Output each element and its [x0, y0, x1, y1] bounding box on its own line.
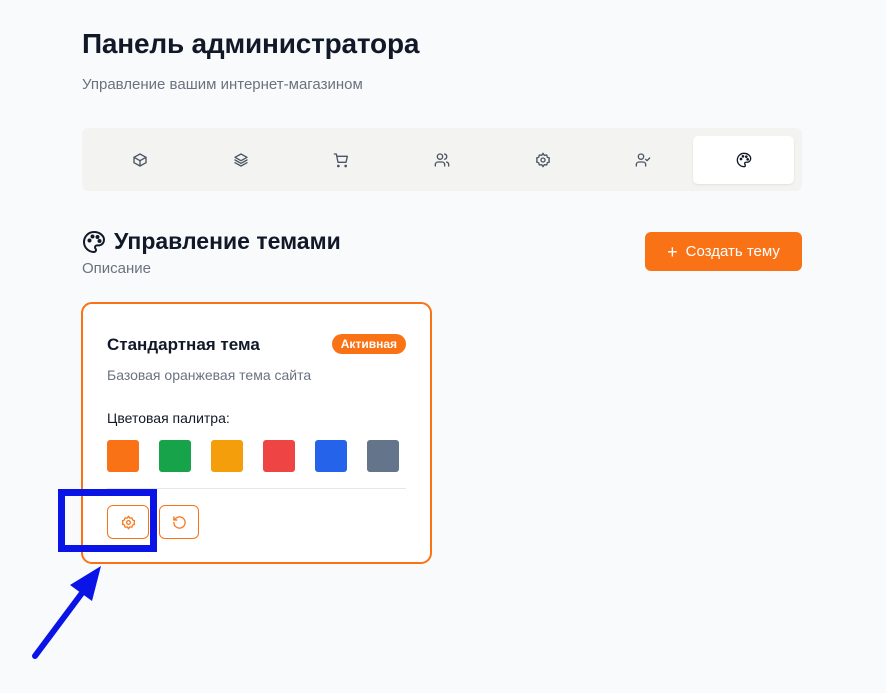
annotation-arrow-icon: [32, 566, 101, 659]
